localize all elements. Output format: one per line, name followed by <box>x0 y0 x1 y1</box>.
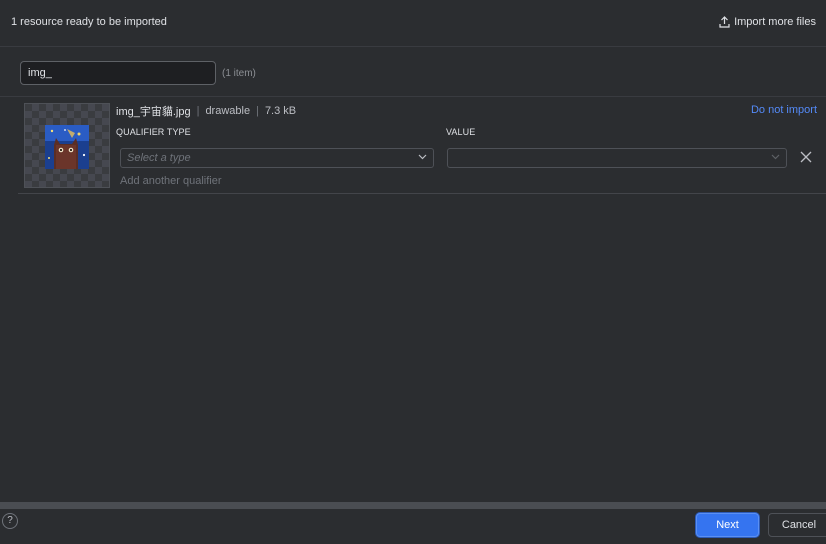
import-more-files-link[interactable]: Import more files <box>719 16 816 28</box>
resource-type: drawable <box>205 105 251 117</box>
qualifier-type-dropdown[interactable]: Select a type <box>120 148 434 168</box>
chevron-down-icon <box>418 154 427 160</box>
resource-size: 7.3 kB <box>264 105 297 117</box>
upload-icon <box>719 16 730 28</box>
meta-separator: | <box>256 105 259 117</box>
resource-row: img_宇宙貓.jpg | drawable | 7.3 kB Do not i… <box>18 97 826 194</box>
qualifier-type-header: QUALIFIER TYPE <box>116 127 191 137</box>
resource-thumbnail <box>24 103 110 188</box>
resource-count-title: 1 resource ready to be imported <box>11 16 167 28</box>
resource-file-name: img_宇宙貓.jpg <box>116 106 191 118</box>
dialog-header: 1 resource ready to be imported Import m… <box>0 0 826 47</box>
resource-meta: img_宇宙貓.jpg | drawable | 7.3 kB <box>116 103 296 119</box>
qualifier-value-dropdown[interactable] <box>447 148 787 168</box>
add-qualifier-link[interactable]: Add another qualifier <box>120 175 222 187</box>
dialog-footer: ? Next Cancel <box>0 509 826 544</box>
value-header: VALUE <box>446 127 476 137</box>
filter-row: (1 item) <box>20 61 256 85</box>
close-icon[interactable] <box>800 151 812 163</box>
horizontal-scrollbar[interactable] <box>0 502 826 509</box>
help-icon[interactable]: ? <box>2 513 18 529</box>
import-more-files-label: Import more files <box>734 16 816 28</box>
filter-input[interactable] <box>20 61 216 85</box>
do-not-import-link[interactable]: Do not import <box>751 104 817 116</box>
chevron-down-icon <box>771 154 780 160</box>
cancel-button[interactable]: Cancel <box>768 513 826 537</box>
qualifier-type-placeholder: Select a type <box>127 152 191 164</box>
item-count-label: (1 item) <box>222 67 256 79</box>
meta-separator: | <box>196 105 200 117</box>
space-cat-image <box>45 125 89 169</box>
next-button[interactable]: Next <box>696 513 759 537</box>
